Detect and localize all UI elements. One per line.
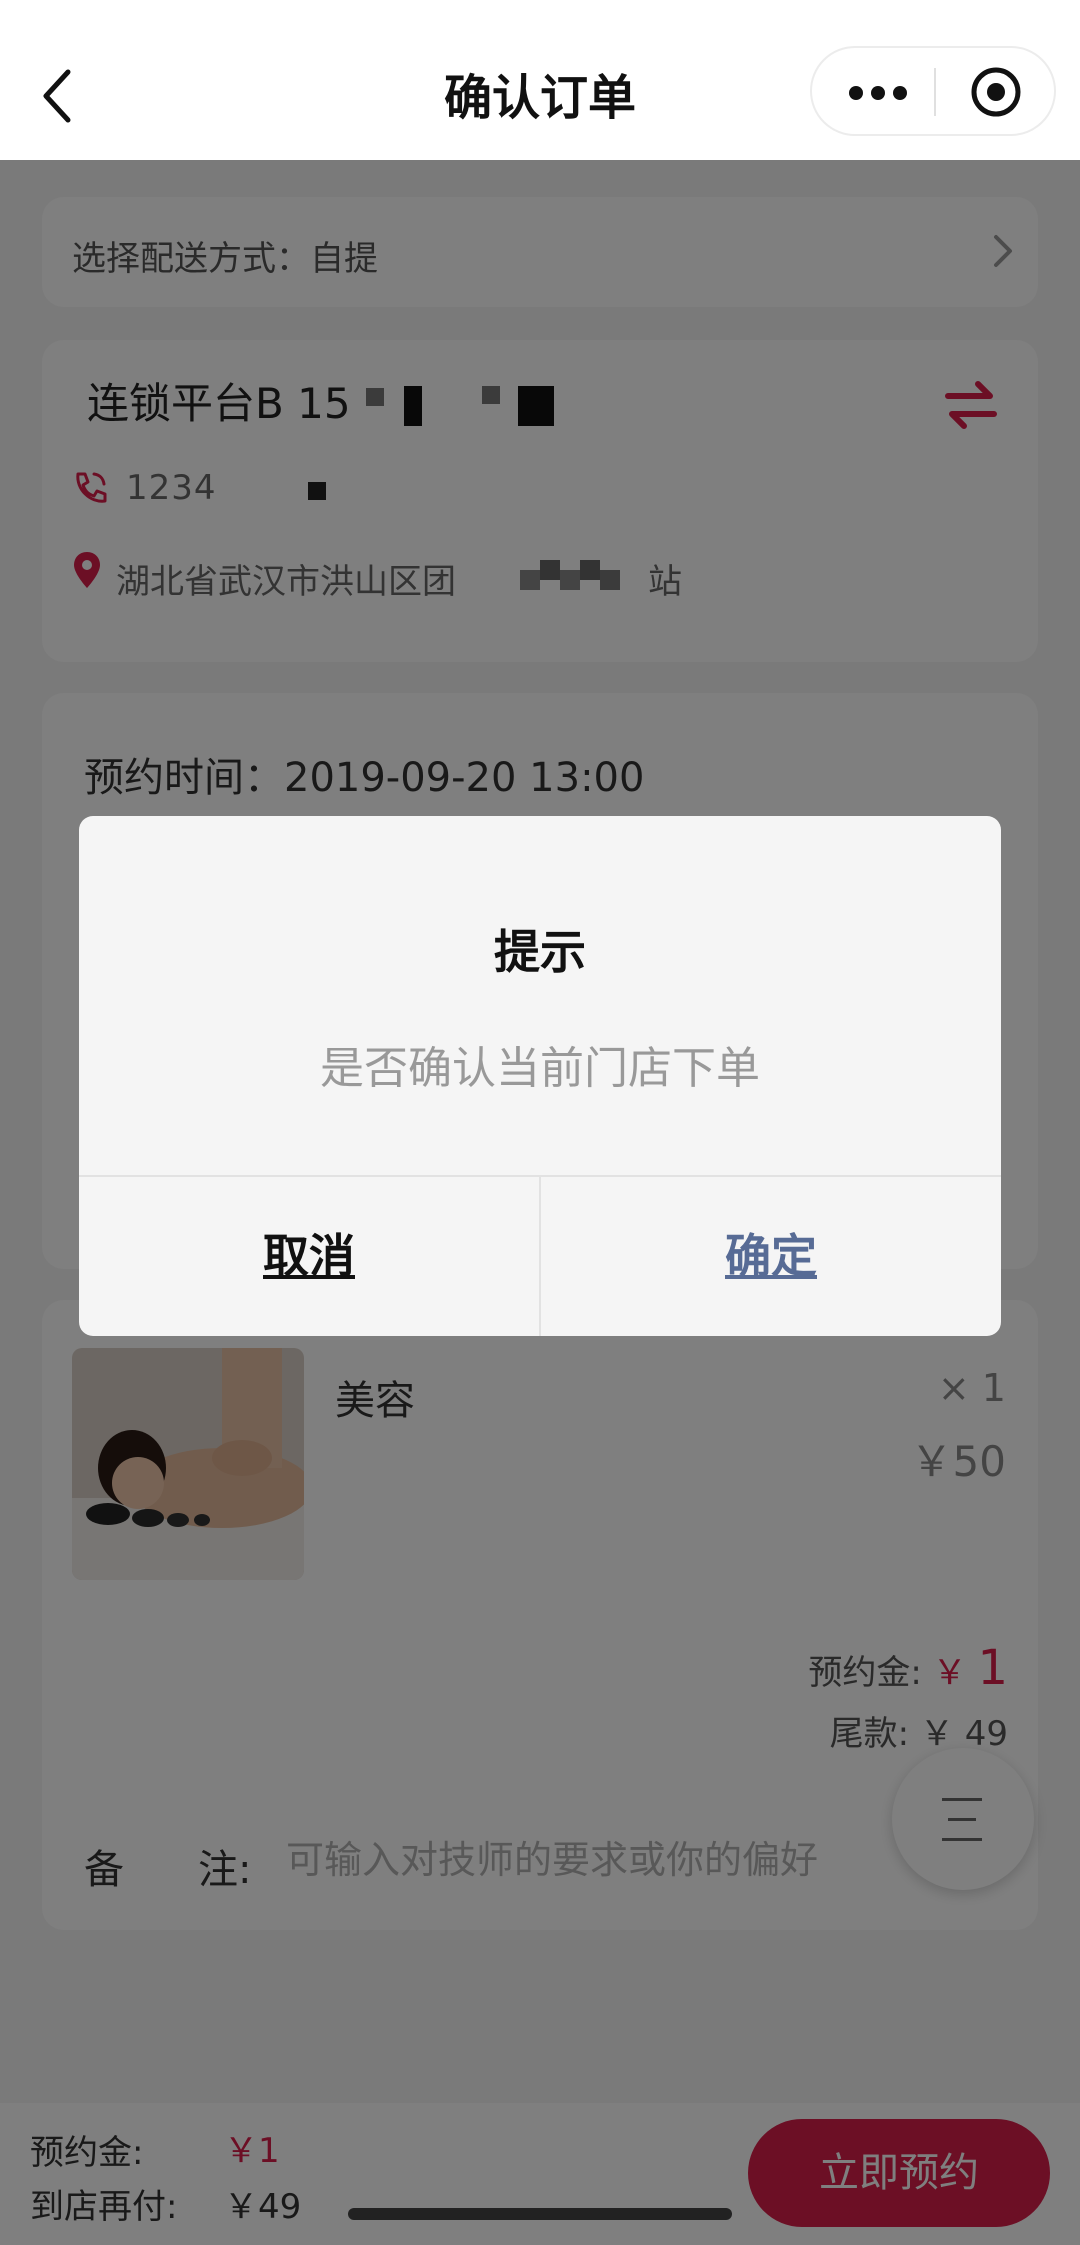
back-button[interactable] <box>38 66 78 126</box>
chevron-left-icon <box>43 69 71 123</box>
target-circle-icon <box>971 67 1021 117</box>
nav-bar: 确认订单 <box>0 0 1080 160</box>
close-mini-program-button[interactable] <box>936 48 1056 134</box>
mini-program-capsule <box>810 46 1056 136</box>
more-dots-icon <box>849 86 863 100</box>
dialog-title: 提示 <box>494 925 586 979</box>
more-dot <box>871 86 885 100</box>
dialog-cancel-button[interactable]: 取消 <box>79 1177 539 1336</box>
more-dot <box>893 86 907 100</box>
dialog-confirm-button[interactable]: 确定 <box>541 1177 1001 1336</box>
more-button[interactable] <box>812 48 934 134</box>
confirm-dialog: 提示 是否确认当前门店下单 取消 确定 <box>79 816 1001 1336</box>
dialog-message: 是否确认当前门店下单 <box>320 1043 760 1094</box>
home-indicator <box>348 2208 732 2220</box>
